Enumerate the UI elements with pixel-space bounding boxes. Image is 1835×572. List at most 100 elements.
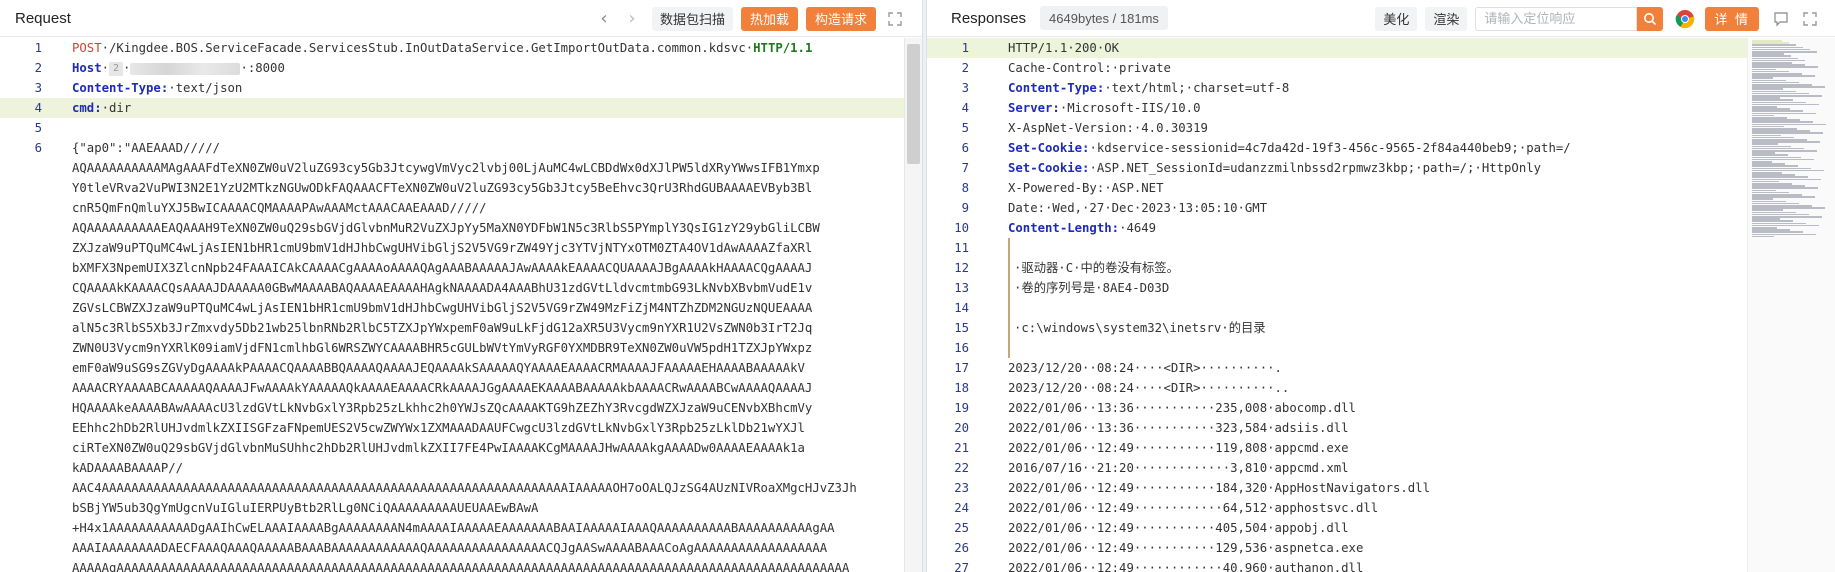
response-line[interactable]: Cache-Control:·private [1008,58,1743,78]
search-icon[interactable] [1637,6,1664,31]
response-line[interactable]: Set-Cookie:·ASP.NET_SessionId=udanzzmiln… [1008,158,1743,178]
response-text: 2022/01/06··13:36···········235,008·aboc… [1008,401,1356,415]
scrollbar-thumb[interactable] [907,44,920,164]
line-number-blank [0,178,62,198]
code-line[interactable]: Host· 2 · ·:8000 [72,58,904,78]
expand-icon[interactable] [884,8,906,30]
body-line: CQAAAAkKAAAACQsAAAAJDAAAAA0GBwMAAAABAQAA… [72,281,813,295]
response-line[interactable]: 2023/12/20··08:24····<DIR>··········.. [1008,378,1743,398]
response-text: HTTP/1.1·200·OK [1008,41,1120,55]
response-line-numbers: 1 2 3 4 5 6 7 8 9 10 11 12 13 14 15 16 17 18 19 20 21 22 23 24 2… [927,38,989,572]
response-line[interactable]: HTTP/1.1·200·OK [1008,38,1743,58]
line-number: 3 [961,81,969,95]
line-number-blank [0,538,62,558]
response-line[interactable]: 2022/01/06··12:49···········184,320·AppH… [1008,478,1743,498]
response-line[interactable]: ·c:\windows\system32\inetsrv·的目录 [1008,318,1743,338]
build-request-button[interactable]: 构造请求 [805,6,876,31]
expand-icon[interactable] [1799,8,1821,30]
response-text: Cache-Control:·private [1008,61,1171,75]
comment-icon[interactable] [1771,9,1791,29]
detail-button[interactable]: 详 情 [1705,6,1759,31]
response-text: 2022/01/06··12:49···········184,320·AppH… [1008,481,1430,495]
header-value: ·kdservice-sessionid=4c7da42d-19f3-456c-… [1089,141,1571,155]
response-text: 2016/07/16··21:20·············3,810·appc… [1008,461,1349,475]
render-button[interactable]: 渲染 [1425,6,1468,31]
response-editor[interactable]: 1 2 3 4 5 6 7 8 9 10 11 12 13 14 15 16 17 18 19 20 21 22 23 24 2… [927,38,1835,572]
response-line[interactable] [1008,338,1743,358]
chrome-icon[interactable] [1675,9,1695,29]
request-code[interactable]: POST·/Kingdee.BOS.ServiceFacade.Services… [72,38,904,572]
response-line[interactable]: 2022/01/06··12:49···········119,808·appc… [1008,438,1743,458]
line-number-blank [0,258,62,278]
request-toolbar: Request ‹ › 数据包扫描 热加载 构造请求 [0,0,922,37]
response-text: 2023/12/20··08:24····<DIR>··········.. [1008,381,1290,395]
hot-load-button[interactable]: 热加载 [740,6,798,31]
line-number-blank [0,338,62,358]
line-number-blank [0,158,62,178]
line-number: 5 [961,121,969,135]
response-line[interactable]: X-AspNet-Version:·4.0.30319 [1008,118,1743,138]
response-line[interactable]: 2023/12/20··08:24····<DIR>··········. [1008,358,1743,378]
header-key: Content-Type: [72,81,169,95]
line-number: 4 [961,101,969,115]
response-code[interactable]: HTTP/1.1·200·OK Cache-Control:·private Con… [1008,38,1743,572]
request-editor[interactable]: 1 2 3 4 5 6 POST·/Kingdee.BOS.ServiceFacade.S… [0,38,922,572]
header-key: Set-Cookie: [1008,161,1090,175]
response-line[interactable] [1008,298,1743,318]
line-number: 26 [954,541,969,555]
body-line: ciRTeXN0ZW0uQ29sbGVjdGlvbnMuSUhhc2hDb2Rl… [72,441,805,455]
line-number: 7 [961,161,969,175]
line-number-blank [0,478,62,498]
http-method: POST [72,41,102,55]
response-line[interactable]: 2022/01/06··12:49············40,960·auth… [1008,558,1743,572]
body-line: bXMFX3NpemUIX3ZlcnNpb24FAAAICAkCAAAACgAA… [72,261,813,275]
line-number-blank [0,438,62,458]
header-value: :8000 [247,61,285,75]
response-line[interactable]: ·卷的序列号是·8AE4-D03D [1008,278,1743,298]
forward-arrow-icon[interactable]: › [624,8,640,29]
request-body[interactable]: {"ap0":"AAEAAAD///// AQAAAAAAAAAAMAgAAAFd… [72,138,904,572]
response-line[interactable]: Date:·Wed,·27·Dec·2023·13:05:10·GMT [1008,198,1743,218]
line-number-blank [0,198,62,218]
response-line[interactable]: 2022/01/06··13:36···········235,008·aboc… [1008,398,1743,418]
line-number: 21 [954,441,969,455]
response-line[interactable]: Content-Type:·text/html;·charset=utf-8 [1008,78,1743,98]
response-line[interactable]: ·驱动器·C·中的卷没有标签。 [1008,258,1743,278]
response-text: 2022/01/06··12:49············64,512·apph… [1008,501,1379,515]
locate-response-input[interactable] [1475,6,1638,31]
line-number-blank [0,558,62,572]
line-number-blank [0,278,62,298]
back-arrow-icon[interactable]: ‹ [596,8,612,29]
body-line: AAC4AAAAAAAAAAAAAAAAAAAAAAAAAAAAAAAAAAAA… [72,481,857,495]
body-line: AQAAAAAAAAAAEAQAAAH9TeXN0ZW0uQ29sbGVjdGl… [72,221,820,235]
response-text: ·驱动器·C·中的卷没有标签。 [1014,261,1179,275]
request-scrollbar[interactable] [904,38,922,572]
response-text: 2022/01/06··12:49···········119,808·appc… [1008,441,1349,455]
response-line[interactable]: Server:·Microsoft-IIS/10.0 [1008,98,1743,118]
line-number: 12 [954,261,969,275]
response-line[interactable]: 2022/01/06··12:49············64,512·apph… [1008,498,1743,518]
body-line: ZWN0U3Vycm9nYXRlK09iamVjdFN1cmlhbGl6WRSZ… [72,341,813,355]
response-text: 2022/01/06··13:36···········323,584·adsi… [1008,421,1349,435]
response-line[interactable] [1008,238,1743,258]
line-number: 11 [954,241,969,255]
response-minimap[interactable] [1747,38,1835,572]
response-line[interactable]: 2022/01/06··12:49···········129,536·aspn… [1008,538,1743,558]
code-line[interactable]: Content-Type:·text/json [72,78,904,98]
line-number: 1 [34,41,42,55]
response-text: 2022/01/06··12:49···········405,504·appo… [1008,521,1349,535]
response-line[interactable]: Set-Cookie:·kdservice-sessionid=4c7da42d… [1008,138,1743,158]
packet-scan-button[interactable]: 数据包扫描 [651,6,733,31]
response-line[interactable]: Content-Length:·4649 [1008,218,1743,238]
code-line[interactable] [72,118,904,138]
response-line[interactable]: X-Powered-By:·ASP.NET [1008,178,1743,198]
line-number-blank [0,418,62,438]
code-line[interactable]: POST·/Kingdee.BOS.ServiceFacade.Services… [72,38,904,58]
response-line[interactable]: 2022/01/06··13:36···········323,584·adsi… [1008,418,1743,438]
header-value: ·ASP.NET_SessionId=udanzzmilnbssd2rpmwz3… [1089,161,1542,175]
line-number: 6 [961,141,969,155]
beautify-button[interactable]: 美化 [1375,6,1418,31]
response-line[interactable]: 2022/01/06··12:49···········405,504·appo… [1008,518,1743,538]
response-line[interactable]: 2016/07/16··21:20·············3,810·appc… [1008,458,1743,478]
code-line[interactable]: cmd:·dir [72,98,904,118]
